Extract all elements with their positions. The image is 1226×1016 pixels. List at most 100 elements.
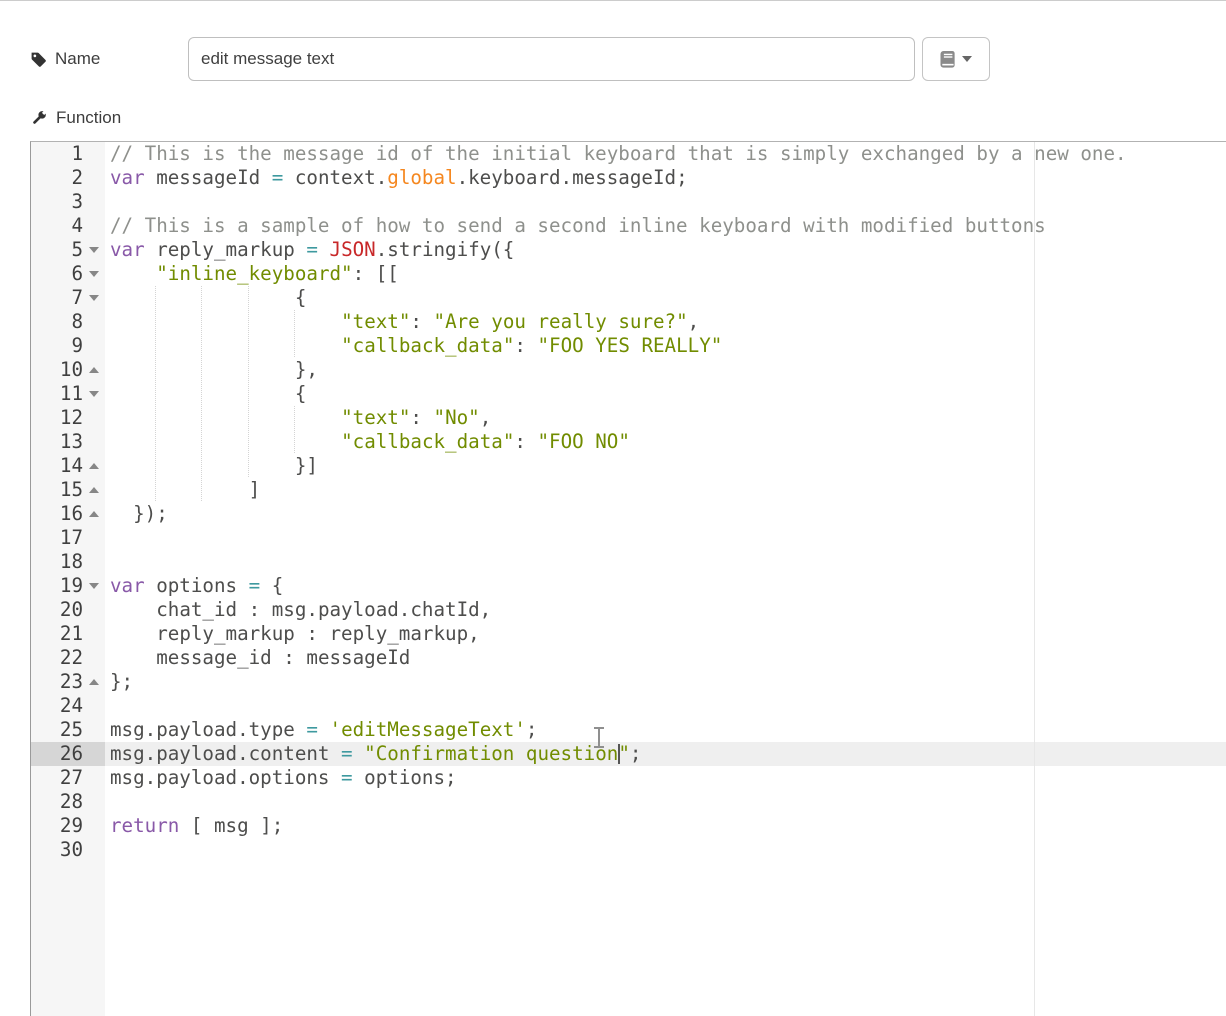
- gutter-cell[interactable]: 22: [31, 646, 105, 670]
- line-number: 23: [31, 670, 83, 694]
- line-number: 28: [31, 790, 83, 814]
- line-number: 15: [31, 478, 83, 502]
- code-line[interactable]: // This is the message id of the initial…: [105, 142, 1226, 166]
- gutter-cell[interactable]: 28: [31, 790, 105, 814]
- code-line[interactable]: msg.payload.options = options;: [105, 766, 1226, 790]
- gutter-cell[interactable]: 9: [31, 334, 105, 358]
- fold-arrow-icon[interactable]: [89, 487, 99, 493]
- code-line[interactable]: "text": "No",: [105, 406, 1226, 430]
- tag-icon: [30, 51, 47, 68]
- fold-widget[interactable]: [83, 679, 105, 685]
- gutter-cell[interactable]: 5: [31, 238, 105, 262]
- fold-arrow-icon[interactable]: [89, 247, 99, 253]
- fold-widget[interactable]: [83, 367, 105, 373]
- code-line[interactable]: [105, 526, 1226, 550]
- code-line[interactable]: };: [105, 670, 1226, 694]
- code-line[interactable]: "text": "Are you really sure?",: [105, 310, 1226, 334]
- line-number: 2: [31, 166, 83, 190]
- code-line[interactable]: },: [105, 358, 1226, 382]
- gutter-cell[interactable]: 18: [31, 550, 105, 574]
- fold-widget[interactable]: [83, 511, 105, 517]
- fold-widget[interactable]: [83, 583, 105, 589]
- fold-arrow-icon[interactable]: [89, 463, 99, 469]
- gutter-cell[interactable]: 26: [31, 742, 105, 766]
- fold-widget[interactable]: [83, 295, 105, 301]
- code-line[interactable]: return [ msg ];: [105, 814, 1226, 838]
- name-input[interactable]: [188, 37, 915, 81]
- code-line[interactable]: "inline_keyboard": [[: [105, 262, 1226, 286]
- gutter-cell[interactable]: 27: [31, 766, 105, 790]
- gutter-cell[interactable]: 11: [31, 382, 105, 406]
- gutter-cell[interactable]: 19: [31, 574, 105, 598]
- fold-widget[interactable]: [83, 271, 105, 277]
- gutter-cell[interactable]: 4: [31, 214, 105, 238]
- gutter-cell[interactable]: 14: [31, 454, 105, 478]
- code-line[interactable]: message_id : messageId: [105, 646, 1226, 670]
- code-line[interactable]: [105, 190, 1226, 214]
- gutter-cell[interactable]: 30: [31, 838, 105, 862]
- code-line[interactable]: ]: [105, 478, 1226, 502]
- book-icon: [940, 51, 955, 68]
- fold-widget[interactable]: [83, 463, 105, 469]
- code-line[interactable]: [105, 838, 1226, 862]
- gutter-cell[interactable]: 15: [31, 478, 105, 502]
- code-line[interactable]: {: [105, 382, 1226, 406]
- code-line[interactable]: msg.payload.content = "Confirmation ques…: [105, 742, 1226, 766]
- fold-arrow-icon[interactable]: [89, 295, 99, 301]
- fold-arrow-icon[interactable]: [89, 271, 99, 277]
- fold-widget[interactable]: [83, 487, 105, 493]
- fold-arrow-icon[interactable]: [89, 583, 99, 589]
- gutter-cell[interactable]: 1: [31, 142, 105, 166]
- name-label: Name: [55, 49, 100, 69]
- code-line[interactable]: [105, 694, 1226, 718]
- fold-arrow-icon[interactable]: [89, 679, 99, 685]
- gutter-cell[interactable]: 25: [31, 718, 105, 742]
- code-line[interactable]: var messageId = context.global.keyboard.…: [105, 166, 1226, 190]
- code-line[interactable]: var reply_markup = JSON.stringify({: [105, 238, 1226, 262]
- gutter-cell[interactable]: 6: [31, 262, 105, 286]
- code-editor[interactable]: 1234567891011121314151617181920212223242…: [30, 141, 1226, 1016]
- fold-arrow-icon[interactable]: [89, 367, 99, 373]
- fold-arrow-icon[interactable]: [89, 511, 99, 517]
- code-line[interactable]: [105, 550, 1226, 574]
- editor-gutter[interactable]: 1234567891011121314151617181920212223242…: [31, 142, 105, 1016]
- code-line[interactable]: // This is a sample of how to send a sec…: [105, 214, 1226, 238]
- gutter-cell[interactable]: 16: [31, 502, 105, 526]
- code-line[interactable]: });: [105, 502, 1226, 526]
- gutter-cell[interactable]: 10: [31, 358, 105, 382]
- line-number: 12: [31, 406, 83, 430]
- line-number: 10: [31, 358, 83, 382]
- line-number: 7: [31, 286, 83, 310]
- gutter-cell[interactable]: 12: [31, 406, 105, 430]
- code-line[interactable]: }]: [105, 454, 1226, 478]
- code-line[interactable]: {: [105, 286, 1226, 310]
- gutter-cell[interactable]: 7: [31, 286, 105, 310]
- gutter-cell[interactable]: 20: [31, 598, 105, 622]
- code-line[interactable]: msg.payload.type = 'editMessageText';: [105, 718, 1226, 742]
- gutter-cell[interactable]: 17: [31, 526, 105, 550]
- gutter-cell[interactable]: 3: [31, 190, 105, 214]
- code-line[interactable]: chat_id : msg.payload.chatId,: [105, 598, 1226, 622]
- code-line[interactable]: var options = {: [105, 574, 1226, 598]
- line-number: 17: [31, 526, 83, 550]
- library-button[interactable]: [922, 37, 990, 81]
- gutter-cell[interactable]: 29: [31, 814, 105, 838]
- line-number: 6: [31, 262, 83, 286]
- code-line[interactable]: [105, 790, 1226, 814]
- code-line[interactable]: "callback_data": "FOO NO": [105, 430, 1226, 454]
- code-line[interactable]: "callback_data": "FOO YES REALLY": [105, 334, 1226, 358]
- function-label-group: Function: [30, 105, 121, 131]
- line-number: 22: [31, 646, 83, 670]
- code-line[interactable]: reply_markup : reply_markup,: [105, 622, 1226, 646]
- fold-widget[interactable]: [83, 247, 105, 253]
- gutter-cell[interactable]: 8: [31, 310, 105, 334]
- gutter-cell[interactable]: 23: [31, 670, 105, 694]
- name-label-group: Name: [30, 46, 100, 72]
- gutter-cell[interactable]: 21: [31, 622, 105, 646]
- gutter-cell[interactable]: 24: [31, 694, 105, 718]
- gutter-cell[interactable]: 2: [31, 166, 105, 190]
- gutter-cell[interactable]: 13: [31, 430, 105, 454]
- fold-widget[interactable]: [83, 391, 105, 397]
- editor-text-area[interactable]: // This is the message id of the initial…: [105, 142, 1226, 1016]
- fold-arrow-icon[interactable]: [89, 391, 99, 397]
